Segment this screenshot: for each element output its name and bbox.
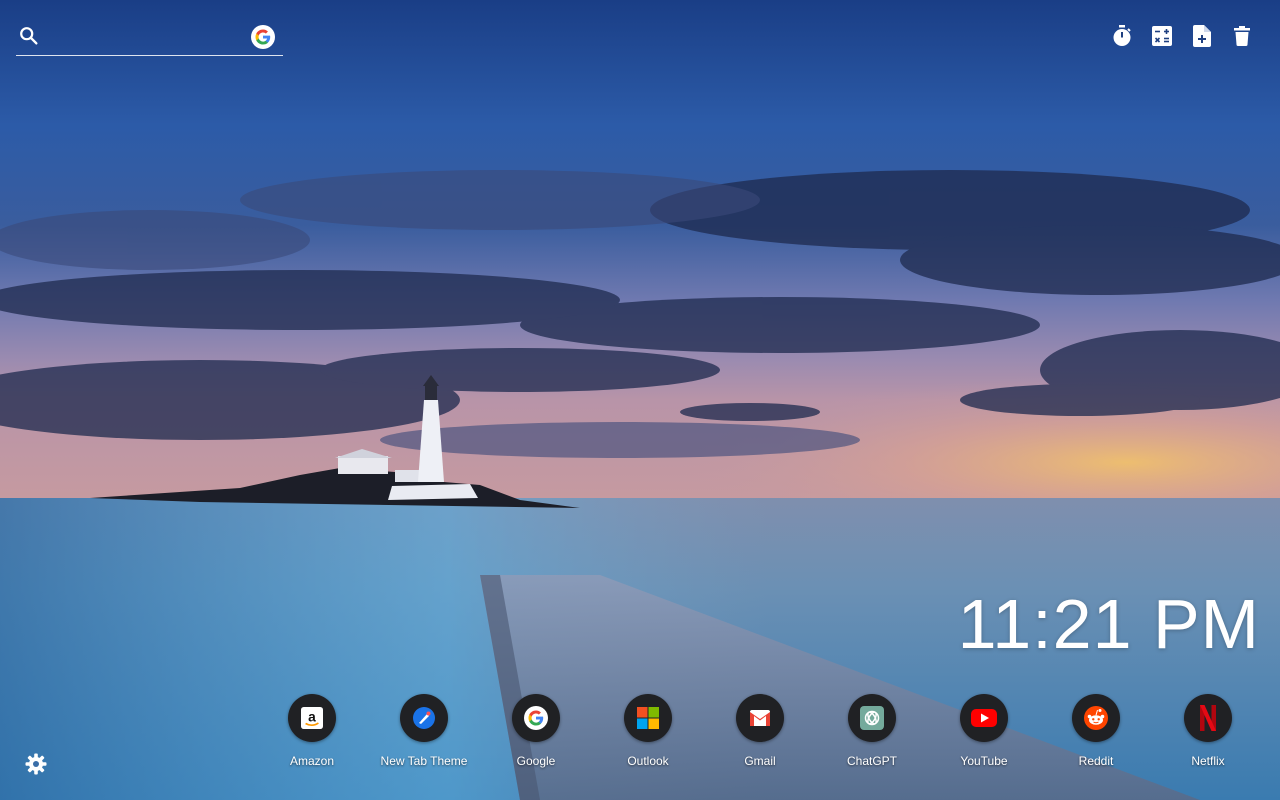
shortcut-reddit[interactable]: Reddit <box>1040 694 1152 768</box>
clock: 11:21 PM <box>957 585 1260 663</box>
search-bar[interactable] <box>16 22 283 56</box>
timer-icon[interactable] <box>1110 24 1134 48</box>
shortcut-label: Netflix <box>1191 754 1225 768</box>
google-icon <box>512 694 560 742</box>
shortcut-new-tab-theme[interactable]: New Tab Theme <box>368 694 480 768</box>
google-logo <box>255 29 271 45</box>
shortcut-label: Google <box>516 754 556 768</box>
microsoft-icon <box>624 694 672 742</box>
google-icon[interactable] <box>251 25 275 49</box>
gear-icon[interactable] <box>24 752 48 776</box>
gmail-icon <box>736 694 784 742</box>
svg-text:a: a <box>308 710 316 725</box>
shortcut-label: Amazon <box>289 754 335 768</box>
shortcut-amazon[interactable]: a Amazon <box>256 694 368 768</box>
trash-icon[interactable] <box>1230 24 1254 48</box>
netflix-icon <box>1184 694 1232 742</box>
amazon-icon: a <box>288 694 336 742</box>
shortcut-label: Outlook <box>627 754 669 768</box>
shortcut-label: Reddit <box>1078 754 1114 768</box>
search-input[interactable] <box>48 24 252 52</box>
shortcut-label: Gmail <box>744 754 776 768</box>
reddit-icon <box>1072 694 1120 742</box>
youtube-icon <box>960 694 1008 742</box>
shortcut-outlook[interactable]: Outlook <box>592 694 704 768</box>
shortcut-label: YouTube <box>960 754 1008 768</box>
shortcut-label: New Tab Theme <box>380 754 468 768</box>
add-note-icon[interactable] <box>1190 24 1214 48</box>
shortcut-netflix[interactable]: Netflix <box>1152 694 1264 768</box>
shortcut-youtube[interactable]: YouTube <box>928 694 1040 768</box>
toolbar <box>1110 24 1254 48</box>
new-tab-theme-icon <box>400 694 448 742</box>
shortcut-google[interactable]: Google <box>480 694 592 768</box>
calculator-icon[interactable] <box>1150 24 1174 48</box>
shortcut-gmail[interactable]: Gmail <box>704 694 816 768</box>
shortcut-label: ChatGPT <box>846 754 897 768</box>
shortcuts-row: a Amazon New Tab Theme Google Outlook Gm… <box>256 694 1264 768</box>
chatgpt-icon <box>848 694 896 742</box>
shortcut-chatgpt[interactable]: ChatGPT <box>816 694 928 768</box>
search-icon[interactable] <box>18 25 40 47</box>
background-wallpaper <box>0 0 1280 800</box>
